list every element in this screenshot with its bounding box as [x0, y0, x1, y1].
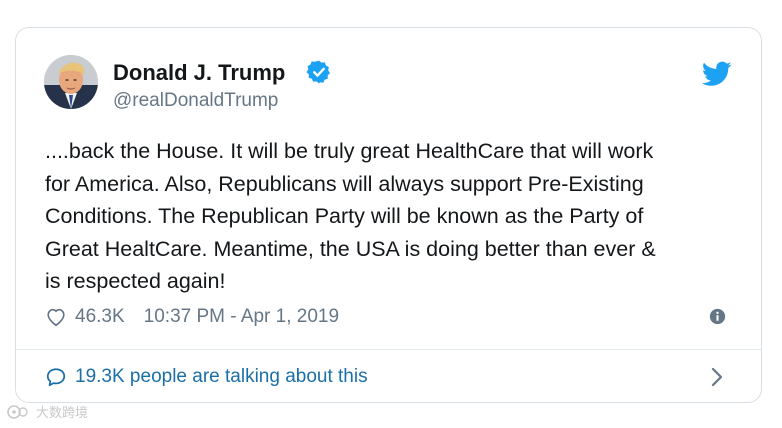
tweet-card: Donald J. Trump @realDonaldTrump ....bac…: [15, 27, 762, 403]
tweet-text: ....back the House. It will be truly gre…: [45, 135, 745, 298]
author-handle[interactable]: @realDonaldTrump: [113, 90, 278, 112]
tweet-text-line: ....back the House. It will be truly gre…: [45, 139, 654, 163]
like-count[interactable]: 46.3K: [75, 306, 125, 328]
tweet-text-line: Conditions. The Republican Party will be…: [45, 204, 644, 228]
avatar-image: [44, 55, 98, 109]
tweet-timestamp[interactable]: 10:37 PM - Apr 1, 2019: [144, 306, 339, 328]
tweet-text-line: Great HealtCare. Meantime, the USA is do…: [45, 236, 656, 261]
tweet-meta: 46.3K 10:37 PM - Apr 1, 2019: [45, 304, 339, 330]
author-name[interactable]: Donald J. Trump: [113, 60, 285, 86]
verified-badge-icon: [306, 60, 330, 84]
watermark-logo-icon: [7, 404, 28, 419]
twitter-bird-icon[interactable]: [702, 61, 732, 87]
watermark: 大数跨境: [6, 402, 88, 421]
info-icon[interactable]: [709, 308, 726, 325]
avatar[interactable]: [44, 55, 98, 109]
watermark-text: 大数跨境: [36, 405, 89, 420]
divider: [16, 349, 761, 350]
comment-bubble-icon: [46, 368, 66, 387]
conversation-link[interactable]: 19.3K people are talking about this: [45, 364, 368, 390]
chevron-right-icon[interactable]: [709, 365, 725, 389]
heart-icon[interactable]: [45, 306, 67, 328]
tweet-text-line: is respected again!: [45, 269, 226, 293]
conversation-label[interactable]: 19.3K people are talking about this: [75, 366, 368, 388]
tweet-text-line: for America. Also, Republicans will alwa…: [45, 171, 644, 196]
